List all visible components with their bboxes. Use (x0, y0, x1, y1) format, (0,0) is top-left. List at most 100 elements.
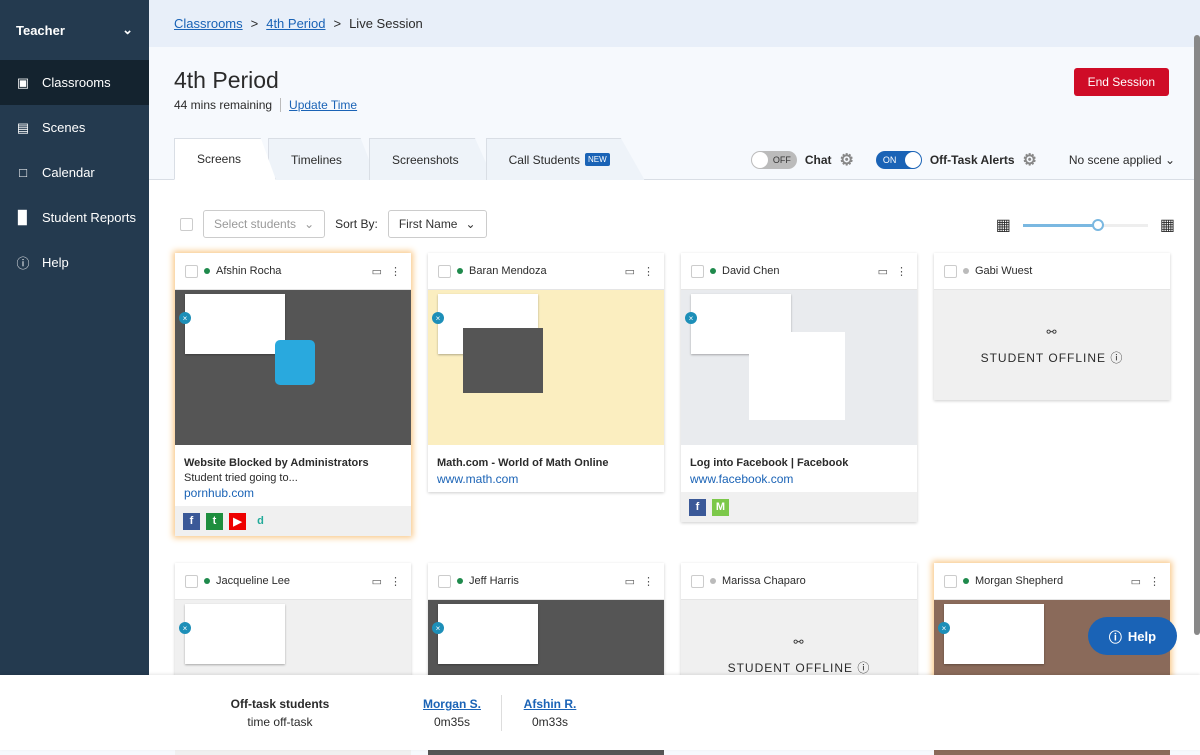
classroom-icon[interactable]: t (206, 512, 223, 530)
chevron-down-icon: ⌄ (304, 217, 315, 231)
student-card[interactable]: Gabi Wuest ⚯ STUDENT OFFLINE ⓘ (934, 253, 1170, 400)
chat-disabled-icon[interactable]: ▭ (878, 265, 888, 278)
chat-disabled-icon[interactable]: ▭ (372, 265, 382, 278)
chat-disabled-icon[interactable]: ▭ (372, 575, 382, 588)
sidebar-item-classrooms[interactable]: ▣ Classrooms (0, 60, 149, 105)
scrollbar[interactable] (1194, 35, 1200, 635)
breadcrumb-classrooms[interactable]: Classrooms (174, 16, 243, 31)
tab-label: Timelines (291, 152, 342, 167)
tab-call-students[interactable]: Call Students NEW (485, 138, 645, 180)
student-name: Gabi Wuest (975, 265, 1033, 277)
student-card[interactable]: Baran Mendoza ▭ ⋮ × Math.com - World of Ma… (428, 253, 664, 492)
role-selector[interactable]: Teacher ⌄ (0, 0, 149, 60)
offline-text: STUDENT OFFLINE (727, 660, 854, 675)
help-icon: ⓘ (1108, 629, 1122, 645)
tab-screens[interactable]: Screens (174, 138, 277, 180)
end-session-button[interactable]: End Session (1073, 68, 1169, 96)
online-dot (204, 268, 210, 274)
tab-label: Screenshots (391, 152, 459, 167)
info-icon[interactable]: ⓘ (857, 661, 870, 675)
large-grid-icon[interactable]: ▦ (996, 215, 1011, 235)
plug-icon: ⚯ (1046, 324, 1058, 339)
page-url[interactable]: www.facebook.com (690, 472, 908, 486)
chat-label: Chat (804, 153, 832, 167)
gear-icon[interactable]: ⚙ (1023, 150, 1037, 170)
chat-disabled-icon[interactable]: ▭ (1131, 575, 1141, 588)
more-icon[interactable]: ⋮ (390, 265, 401, 278)
off-task-time: 0m35s (433, 715, 471, 729)
more-icon[interactable]: ⋮ (390, 575, 401, 588)
role-label: Teacher (16, 22, 65, 38)
chat-disabled-icon[interactable]: ▭ (625, 265, 635, 278)
facebook-icon[interactable]: f (689, 498, 706, 516)
student-checkbox[interactable] (185, 264, 198, 278)
tile-size-slider[interactable]: ▦ ▦ (996, 215, 1175, 235)
student-checkbox[interactable] (438, 574, 451, 588)
desmos-icon[interactable]: d (252, 513, 269, 530)
screen-thumbnail[interactable]: × (681, 290, 917, 445)
chevron-down-icon: ⌄ (122, 22, 133, 37)
select-students-dropdown[interactable]: Select students ⌄ (203, 210, 326, 238)
student-name: Morgan Shepherd (975, 575, 1064, 587)
online-dot (457, 578, 463, 584)
alerts-toggle[interactable]: ON (875, 151, 922, 169)
student-card[interactable]: Marissa Chaparo ⚯ STUDENT OFFLINE ⓘ (681, 563, 917, 710)
more-icon[interactable]: ⋮ (643, 575, 654, 588)
screen-thumbnail[interactable]: × (428, 290, 664, 445)
student-card[interactable]: Afshin Rocha ▭ ⋮ × Website Blocked by Admi… (175, 253, 411, 536)
offline-text: STUDENT OFFLINE (980, 350, 1107, 365)
student-card[interactable]: David Chen ▭ ⋮ × Log into Facebook | Faceb… (681, 253, 917, 522)
sidebar-item-scenes[interactable]: ▤ Scenes (0, 105, 149, 150)
small-grid-icon[interactable]: ▦ (1160, 215, 1175, 235)
scene-dropdown[interactable]: No scene applied ⌄ (1069, 153, 1175, 167)
plug-icon: ⚯ (793, 634, 805, 649)
student-checkbox[interactable] (944, 264, 957, 278)
breadcrumb-period[interactable]: 4th Period (266, 16, 325, 31)
close-icon: × (179, 622, 191, 634)
student-checkbox[interactable] (944, 574, 957, 588)
off-task-student-link[interactable]: Afshin R. (524, 697, 577, 711)
info-icon[interactable]: ⓘ (1110, 351, 1123, 365)
select-all-checkbox[interactable] (180, 217, 193, 231)
student-card[interactable]: Jeff Harris ▭ ⋮ × (428, 563, 664, 755)
tabs: Screens Timelines Screenshots Call Stude… (174, 138, 645, 180)
sort-dropdown[interactable]: First Name ⌄ (387, 210, 487, 238)
facebook-icon[interactable]: f (183, 512, 200, 530)
page-url[interactable]: pornhub.com (184, 486, 402, 500)
chevron-down-icon: ⌄ (465, 217, 476, 231)
more-icon[interactable]: ⋮ (1149, 575, 1160, 588)
student-checkbox[interactable] (185, 574, 198, 588)
sort-value: First Name (398, 217, 458, 231)
student-checkbox[interactable] (691, 574, 704, 588)
more-icon[interactable]: ⋮ (896, 265, 907, 278)
student-checkbox[interactable] (691, 264, 704, 278)
tab-screenshots[interactable]: Screenshots (368, 138, 494, 180)
screen-thumbnail[interactable]: × (175, 290, 411, 445)
student-name: David Chen (722, 265, 780, 277)
online-dot (204, 578, 210, 584)
chat-toggle[interactable]: OFF (750, 151, 797, 169)
online-dot (457, 268, 463, 274)
gear-icon[interactable]: ⚙ (840, 150, 854, 170)
toggle-state: OFF (772, 155, 791, 165)
breadcrumb-sep: > (250, 16, 259, 31)
page-title: Website Blocked by Administrators (184, 457, 369, 469)
slider-thumb[interactable] (1091, 218, 1104, 231)
off-task-student-link[interactable]: Morgan S. (423, 697, 481, 711)
tab-timelines[interactable]: Timelines (268, 138, 377, 180)
youtube-icon[interactable]: ▶ (229, 512, 246, 530)
student-card[interactable]: Jacqueline Lee ▭ ⋮ × (175, 563, 411, 755)
sidebar-item-reports[interactable]: ▉ Student Reports (0, 195, 149, 240)
close-icon: × (685, 312, 697, 324)
sidebar-item-calendar[interactable]: □ Calendar (0, 150, 149, 195)
sort-label: Sort By: (335, 217, 378, 231)
student-checkbox[interactable] (438, 264, 451, 278)
update-time-link[interactable]: Update Time (289, 98, 357, 112)
page-url[interactable]: www.math.com (437, 472, 655, 486)
chat-disabled-icon[interactable]: ▭ (625, 575, 635, 588)
help-button[interactable]: ⓘ Help (1088, 617, 1177, 655)
m-icon[interactable]: M (712, 498, 729, 516)
sidebar-item-help[interactable]: ⓘ Help (0, 240, 149, 285)
more-icon[interactable]: ⋮ (643, 265, 654, 278)
help-label: Help (1127, 628, 1157, 644)
